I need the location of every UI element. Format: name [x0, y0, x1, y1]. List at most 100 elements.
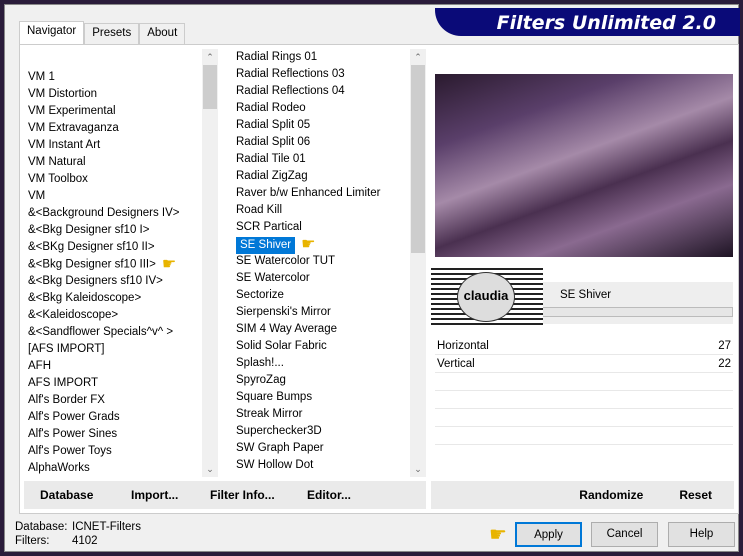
list-item[interactable]: Radial Rings 01 — [232, 49, 410, 66]
list-item-label: Alf's Power Toys — [28, 445, 112, 457]
tab-navigator[interactable]: Navigator — [19, 21, 85, 45]
list-item-label: Radial Split 06 — [236, 136, 311, 148]
list-item[interactable]: Sectorize — [232, 287, 410, 304]
cancel-button[interactable]: Cancel — [591, 522, 658, 547]
param-value[interactable]: 27 — [718, 337, 731, 354]
list-item[interactable]: Alf's Power Sines — [24, 426, 202, 443]
scroll-down-icon[interactable]: ⌄ — [410, 461, 426, 477]
list-item[interactable]: AFS IMPORT — [24, 375, 202, 392]
help-button[interactable]: Help — [668, 522, 735, 547]
list-item-label: Radial Reflections 04 — [236, 85, 345, 97]
list-item[interactable]: SE Shiver ☛ — [232, 236, 410, 254]
param-empty — [435, 409, 733, 427]
list-item[interactable]: SW Hollow Dot — [232, 457, 410, 474]
list-item[interactable]: VM Experimental — [24, 103, 202, 120]
list-item[interactable]: Radial Reflections 04 — [232, 83, 410, 100]
list-item-label: VM Experimental — [28, 105, 116, 117]
list-item-label: Radial Reflections 03 — [236, 68, 345, 80]
scroll-up-icon[interactable]: ⌃ — [410, 49, 426, 65]
scroll-thumb[interactable] — [411, 65, 425, 253]
list-item[interactable]: Radial Reflections 03 — [232, 66, 410, 83]
tab-presets[interactable]: Presets — [84, 23, 140, 44]
filter-scrollbar[interactable]: ⌃ ⌄ — [410, 49, 426, 477]
filter-list[interactable]: Radial Rings 01 Radial Reflections 03 Radi… — [232, 49, 410, 477]
list-item[interactable]: &<Bkg Designers sf10 IV> — [24, 273, 202, 290]
list-item[interactable]: SCR Partical — [232, 219, 410, 236]
list-item[interactable]: VM Extravaganza — [24, 120, 202, 137]
list-item[interactable]: SE Watercolor — [232, 270, 410, 287]
param-value[interactable]: 22 — [718, 355, 731, 372]
list-item-label: &<Bkg Designer sf10 I> — [28, 224, 150, 236]
list-item[interactable]: &<Sandflower Specials^v^ > — [24, 324, 202, 341]
list-item-label: SW Hollow Dot — [236, 459, 314, 471]
list-item[interactable]: Superchecker3D — [232, 423, 410, 440]
list-item[interactable]: VM Natural — [24, 154, 202, 171]
param-horizontal[interactable]: Horizontal 27 — [435, 337, 733, 355]
watermark-logo: claudia — [431, 268, 543, 326]
list-item[interactable]: Streak Mirror — [232, 406, 410, 423]
list-item-label: Road Kill — [236, 204, 283, 216]
database-button[interactable]: Database — [40, 488, 131, 502]
filter-info-button[interactable]: Filter Info... — [210, 488, 307, 502]
category-list[interactable]: VM 1 VM Distortion VM Experimental VM Extra… — [24, 49, 202, 477]
list-item-label: Solid Solar Fabric — [236, 340, 327, 352]
list-item[interactable]: &<Bkg Designer sf10 III> ☛ — [24, 256, 202, 273]
list-item[interactable]: &<Bkg Kaleidoscope> — [24, 290, 202, 307]
list-item[interactable]: Radial Split 05 — [232, 117, 410, 134]
list-item[interactable]: Raver b/w Enhanced Limiter — [232, 185, 410, 202]
editor-button[interactable]: Editor... — [307, 488, 351, 502]
param-empty — [435, 427, 733, 445]
scroll-up-icon[interactable]: ⌃ — [202, 49, 218, 65]
list-item[interactable]: Sierpenski's Mirror — [232, 304, 410, 321]
tab-about[interactable]: About — [139, 23, 186, 44]
list-item[interactable]: SE Watercolor TUT — [232, 253, 410, 270]
list-item-label: &<Kaleidoscope> — [28, 309, 119, 321]
list-item-label: Alf's Border FX — [28, 394, 105, 406]
list-item[interactable]: Radial Tile 01 — [232, 151, 410, 168]
list-item-label: AFH — [28, 360, 51, 372]
import-button[interactable]: Import... — [131, 488, 210, 502]
param-vertical[interactable]: Vertical 22 — [435, 355, 733, 373]
list-item-label: Streak Mirror — [236, 408, 303, 420]
navigator-panel: VM 1 VM Distortion VM Experimental VM Extra… — [19, 44, 739, 514]
list-item[interactable]: AlphaWorks — [24, 460, 202, 477]
list-item[interactable]: VM Toolbox — [24, 171, 202, 188]
list-item[interactable]: &<Background Designers IV> — [24, 205, 202, 222]
list-item-label: &<Sandflower Specials^v^ > — [28, 326, 174, 338]
list-item[interactable]: VM 1 — [24, 69, 202, 86]
list-item[interactable]: Solid Solar Fabric — [232, 338, 410, 355]
scroll-thumb[interactable] — [203, 65, 217, 109]
list-item[interactable]: Alf's Power Grads — [24, 409, 202, 426]
list-item[interactable]: [AFS IMPORT] — [24, 341, 202, 358]
list-item[interactable]: Radial Rodeo — [232, 100, 410, 117]
apply-button[interactable]: Apply — [515, 522, 582, 547]
list-item[interactable]: &<BKg Designer sf10 II> — [24, 239, 202, 256]
list-item[interactable]: VM Distortion — [24, 86, 202, 103]
list-item[interactable]: &<Kaleidoscope> — [24, 307, 202, 324]
list-item[interactable]: Alf's Power Toys — [24, 443, 202, 460]
list-item[interactable]: SIM 4 Way Average — [232, 321, 410, 338]
list-item-label: SCR Partical — [236, 221, 302, 233]
category-scrollbar[interactable]: ⌃ ⌄ — [202, 49, 218, 477]
list-item[interactable]: Road Kill — [232, 202, 410, 219]
list-item[interactable]: Splash!... — [232, 355, 410, 372]
list-item[interactable]: Alf's Border FX — [24, 392, 202, 409]
list-item[interactable]: Radial ZigZag — [232, 168, 410, 185]
list-item[interactable]: AFH — [24, 358, 202, 375]
list-item[interactable]: SpyroZag — [232, 372, 410, 389]
reset-button[interactable]: Reset — [679, 488, 712, 502]
list-item-label: Square Bumps — [236, 391, 313, 403]
list-item[interactable]: Square Bumps — [232, 389, 410, 406]
scroll-down-icon[interactable]: ⌄ — [202, 461, 218, 477]
list-item[interactable]: &<Bkg Designer sf10 I> — [24, 222, 202, 239]
list-item[interactable]: Radial Split 06 — [232, 134, 410, 151]
list-item-label: SpyroZag — [236, 374, 286, 386]
right-button-bar: Randomize Reset — [431, 481, 734, 509]
list-item-label: SIM 4 Way Average — [236, 323, 337, 335]
list-item[interactable]: SW Graph Paper — [232, 440, 410, 457]
randomize-button[interactable]: Randomize — [579, 488, 643, 502]
list-item[interactable]: VM Instant Art — [24, 137, 202, 154]
list-item[interactable]: VM — [24, 188, 202, 205]
list-item-label: AlphaWorks — [28, 462, 90, 474]
param-empty — [435, 373, 733, 391]
